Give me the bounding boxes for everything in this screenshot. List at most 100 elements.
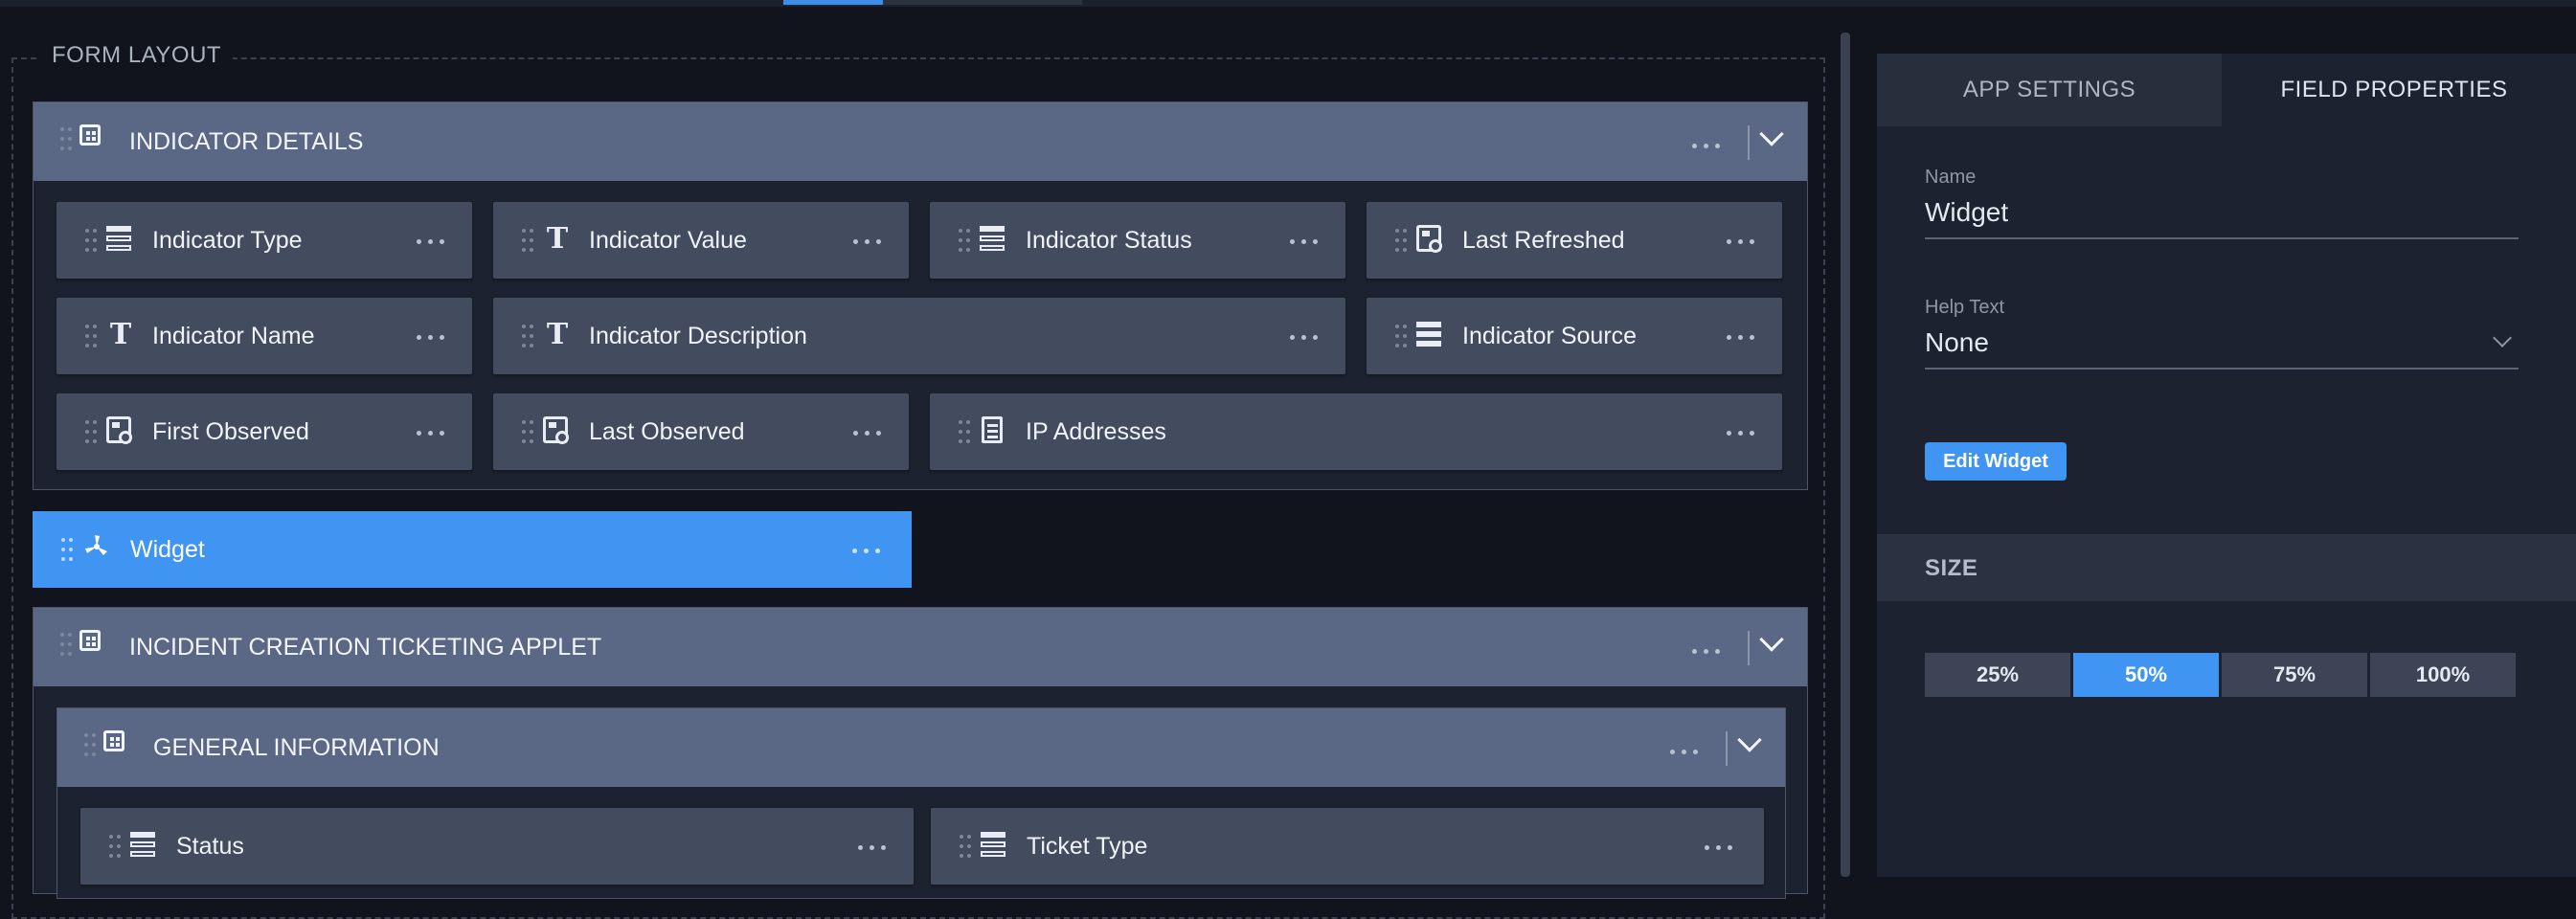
list-icon — [130, 832, 155, 859]
drag-handle-icon[interactable] — [60, 127, 72, 150]
field-indicator-name[interactable]: T Indicator Name — [56, 298, 472, 374]
drag-handle-icon[interactable] — [1395, 229, 1407, 252]
more-options-icon[interactable] — [850, 546, 883, 555]
chevron-down-icon[interactable] — [1759, 627, 1784, 652]
more-options-icon[interactable] — [415, 236, 447, 246]
size-option-25[interactable]: 25% — [1925, 653, 2070, 697]
text-icon: T — [109, 318, 132, 351]
name-input[interactable]: Widget — [1925, 193, 2519, 239]
more-options-icon[interactable] — [851, 236, 884, 246]
field-first-observed[interactable]: First Observed — [56, 393, 472, 470]
widget-fan-icon — [85, 535, 107, 555]
more-options-icon[interactable] — [1725, 428, 1757, 437]
size-option-75[interactable]: 75% — [2222, 653, 2367, 697]
drag-handle-icon[interactable] — [960, 835, 971, 858]
field-ticket-type[interactable]: Ticket Type — [931, 808, 1764, 885]
document-icon — [982, 416, 1003, 443]
divider — [1748, 631, 1750, 665]
section-title: INCIDENT CREATION TICKETING APPLET — [129, 634, 602, 661]
more-options-icon[interactable] — [1288, 332, 1321, 342]
tab-app-settings[interactable]: APP SETTINGS — [1877, 54, 2222, 126]
more-options-icon[interactable] — [1690, 646, 1723, 656]
drag-handle-icon[interactable] — [85, 420, 97, 443]
field-status[interactable]: Status — [80, 808, 914, 885]
text-icon: T — [546, 318, 569, 351]
more-options-icon[interactable] — [1725, 332, 1757, 342]
more-options-icon[interactable] — [1690, 141, 1723, 150]
more-options-icon[interactable] — [851, 428, 884, 437]
chevron-down-icon[interactable] — [1737, 728, 1762, 752]
field-indicator-value[interactable]: T Indicator Value — [493, 202, 909, 279]
section-header[interactable]: INDICATOR DETAILS — [34, 102, 1807, 181]
section-grid-icon — [103, 730, 124, 751]
section-title: INDICATOR DETAILS — [129, 128, 364, 155]
list-icon — [980, 226, 1005, 253]
field-label: Ticket Type — [1027, 833, 1148, 860]
more-options-icon[interactable] — [1288, 236, 1321, 246]
section-header[interactable]: INCIDENT CREATION TICKETING APPLET — [34, 608, 1807, 686]
section-header[interactable]: GENERAL INFORMATION — [57, 708, 1785, 787]
field-indicator-source[interactable]: Indicator Source — [1367, 298, 1782, 374]
drag-handle-icon[interactable] — [959, 229, 970, 252]
field-indicator-description[interactable]: T Indicator Description — [493, 298, 1345, 374]
field-label: First Observed — [152, 418, 309, 445]
field-last-observed[interactable]: Last Observed — [493, 393, 909, 470]
drag-handle-icon[interactable] — [85, 229, 97, 252]
date-icon — [106, 416, 132, 444]
field-label: Indicator Value — [589, 227, 747, 254]
widget-label: Widget — [130, 536, 205, 563]
list-icon — [106, 226, 131, 253]
date-icon — [543, 416, 569, 444]
field-label: Last Observed — [589, 418, 745, 445]
more-options-icon[interactable] — [1725, 236, 1757, 246]
divider — [1726, 731, 1728, 766]
drag-handle-icon[interactable] — [84, 733, 96, 756]
drag-handle-icon[interactable] — [959, 420, 970, 443]
section-grid-icon — [79, 124, 101, 146]
more-options-icon[interactable] — [415, 332, 447, 342]
more-options-icon[interactable] — [1703, 842, 1735, 852]
form-scrollbar[interactable] — [1841, 33, 1850, 877]
drag-handle-icon[interactable] — [85, 325, 97, 347]
drag-handle-icon[interactable] — [61, 538, 73, 561]
section-general-information: GENERAL INFORMATION Status Ticket Type — [56, 707, 1786, 899]
field-label: Indicator Status — [1026, 227, 1192, 254]
edit-widget-button[interactable]: Edit Widget — [1925, 442, 2067, 481]
field-indicator-status[interactable]: Indicator Status — [930, 202, 1345, 279]
field-label: IP Addresses — [1026, 418, 1166, 445]
more-options-icon[interactable] — [856, 842, 889, 852]
field-ip-addresses[interactable]: IP Addresses — [930, 393, 1782, 470]
date-icon — [1416, 225, 1442, 253]
field-indicator-type[interactable]: Indicator Type — [56, 202, 472, 279]
more-options-icon[interactable] — [1668, 747, 1701, 756]
size-label: SIZE — [1925, 555, 1978, 581]
tab-field-properties[interactable]: FIELD PROPERTIES — [2222, 54, 2566, 126]
help-text-select[interactable]: None — [1925, 324, 2519, 370]
size-option-50[interactable]: 50% — [2073, 653, 2219, 697]
drag-handle-icon[interactable] — [522, 420, 533, 443]
field-last-refreshed[interactable]: Last Refreshed — [1367, 202, 1782, 279]
field-label: Last Refreshed — [1462, 227, 1625, 254]
text-icon: T — [546, 222, 569, 256]
help-text-label: Help Text — [1925, 297, 2005, 318]
field-label: Indicator Type — [152, 227, 303, 254]
size-section-header: SIZE — [1877, 534, 2576, 601]
field-label: Indicator Name — [152, 323, 315, 349]
drag-handle-icon[interactable] — [60, 633, 72, 656]
active-tab-indicator — [783, 0, 883, 5]
help-text-value: None — [1925, 327, 1989, 357]
drag-handle-icon[interactable] — [109, 835, 121, 858]
top-tab-strip — [0, 0, 2576, 7]
widget-field-selected[interactable]: Widget — [33, 511, 912, 588]
chevron-down-icon — [2493, 328, 2512, 347]
field-label: Status — [176, 833, 244, 860]
section-title: GENERAL INFORMATION — [153, 734, 440, 761]
size-option-100[interactable]: 100% — [2370, 653, 2516, 697]
list-solid-icon — [1416, 322, 1441, 348]
chevron-down-icon[interactable] — [1759, 122, 1784, 146]
drag-handle-icon[interactable] — [1395, 325, 1407, 347]
drag-handle-icon[interactable] — [522, 325, 533, 347]
drag-handle-icon[interactable] — [522, 229, 533, 252]
section-incident-creation-applet: INCIDENT CREATION TICKETING APPLET GENER… — [33, 607, 1808, 899]
more-options-icon[interactable] — [415, 428, 447, 437]
